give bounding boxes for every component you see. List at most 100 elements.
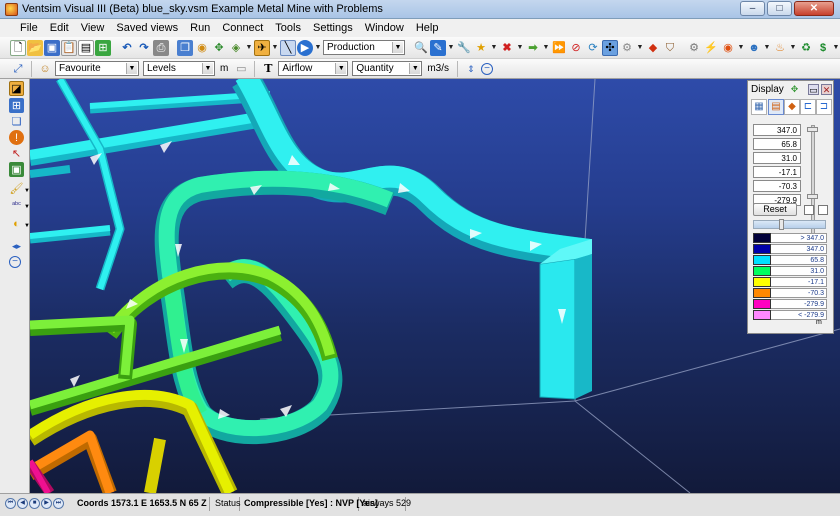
- range-slider-thumb-top[interactable]: [807, 127, 818, 132]
- fast-forward-icon[interactable]: ⏩: [551, 40, 567, 56]
- menu-saved-views[interactable]: Saved views: [110, 19, 184, 37]
- chevron-down-icon[interactable]: ▼: [789, 40, 797, 56]
- cube-icon[interactable]: ◆: [645, 40, 661, 56]
- chevron-down-icon[interactable]: ▼: [832, 40, 840, 56]
- play-icon[interactable]: ▶: [297, 39, 313, 56]
- rotate-icon[interactable]: ⟳: [585, 40, 601, 56]
- delete-icon[interactable]: ✖: [499, 40, 515, 56]
- chevron-down-icon[interactable]: ▼: [490, 40, 498, 56]
- pin-icon[interactable]: ✥: [789, 84, 800, 95]
- person-icon[interactable]: ☻: [746, 40, 762, 56]
- lightning-icon[interactable]: ⚡: [703, 40, 719, 56]
- minimize-button[interactable]: –: [740, 1, 765, 16]
- image-icon[interactable]: ▣: [9, 162, 24, 177]
- range-field[interactable]: 65.8: [753, 138, 801, 150]
- select-tool-icon[interactable]: ◪: [9, 81, 24, 96]
- menu-run[interactable]: Run: [184, 19, 216, 37]
- star-icon[interactable]: ★: [473, 40, 489, 56]
- reset-button[interactable]: Reset: [753, 203, 797, 216]
- menu-view[interactable]: View: [75, 19, 111, 37]
- chevron-down-icon[interactable]: ▼: [314, 40, 322, 56]
- favourite-select[interactable]: Favourite ▼: [55, 61, 139, 76]
- stop-icon[interactable]: ⊘: [568, 40, 584, 56]
- pipe-icon[interactable]: ╲: [280, 39, 296, 56]
- tab-grid-icon[interactable]: ▦: [751, 99, 767, 115]
- expand-icon[interactable]: ⤢: [10, 61, 26, 77]
- open-folder-icon[interactable]: 📂: [27, 39, 43, 56]
- settings-icon[interactable]: ⚙: [686, 40, 702, 56]
- airflow-select[interactable]: Airflow ▼: [278, 61, 349, 76]
- grid-icon[interactable]: ⊞: [95, 39, 111, 56]
- nav-next-icon[interactable]: ▶: [41, 498, 52, 509]
- maximize-button[interactable]: □: [767, 1, 792, 16]
- tab-color-icon[interactable]: ▤: [768, 99, 784, 115]
- paint-icon[interactable]: ◈: [228, 40, 244, 56]
- left-right-arrows-icon[interactable]: ◂▸: [9, 239, 24, 254]
- transparency-slider-thumb[interactable]: [779, 219, 784, 230]
- checkbox[interactable]: [804, 205, 814, 215]
- menu-file[interactable]: File: [14, 19, 44, 37]
- redo-icon[interactable]: ↷: [136, 40, 152, 56]
- minimize-panel-icon[interactable]: ▭: [808, 84, 819, 95]
- bucket-icon[interactable]: ⛉: [662, 40, 678, 56]
- range-field[interactable]: 347.0: [753, 124, 801, 136]
- windows-icon[interactable]: ❐: [177, 39, 193, 56]
- up-down-arrows-icon[interactable]: ⇕: [463, 61, 479, 77]
- gear-icon[interactable]: ⚙: [619, 40, 635, 56]
- move-icon[interactable]: ✥: [211, 40, 227, 56]
- text-icon[interactable]: T: [260, 61, 276, 77]
- mode-select[interactable]: Production ▼: [323, 40, 405, 55]
- brush-icon[interactable]: 🖌: [9, 181, 24, 196]
- chevron-down-icon[interactable]: ▼: [737, 40, 745, 56]
- heat-icon[interactable]: ♨: [772, 40, 788, 56]
- pointer-icon[interactable]: ↖: [9, 146, 24, 161]
- clipboard-icon[interactable]: 📋: [61, 39, 77, 56]
- transparency-slider[interactable]: [753, 219, 826, 230]
- search-icon[interactable]: 🔍: [413, 40, 429, 56]
- range-field[interactable]: -17.1: [753, 166, 801, 178]
- chevron-down-icon[interactable]: ▼: [636, 40, 644, 56]
- arrow-right-icon[interactable]: ➡: [525, 40, 541, 56]
- tab-cube-icon[interactable]: ◆: [784, 99, 800, 115]
- grid-view-icon[interactable]: ⊞: [9, 98, 24, 113]
- new-file-icon[interactable]: 🗋: [10, 39, 26, 56]
- fire-icon[interactable]: ◉: [720, 40, 736, 56]
- chevron-down-icon[interactable]: ▼: [271, 40, 279, 56]
- menu-edit[interactable]: Edit: [44, 19, 75, 37]
- paste-icon[interactable]: ❏: [9, 114, 24, 129]
- nav-stop-icon[interactable]: ■: [29, 498, 40, 509]
- fan-icon[interactable]: ✣: [602, 39, 618, 56]
- minus-circle-icon[interactable]: −: [481, 62, 494, 75]
- nav-first-icon[interactable]: ⏮: [5, 498, 16, 509]
- document-icon[interactable]: ▤: [78, 39, 94, 56]
- camera-icon[interactable]: ◉: [194, 40, 210, 56]
- walk-icon[interactable]: ✈: [254, 39, 270, 56]
- lamp-icon[interactable]: ◐: [9, 216, 24, 231]
- print-icon[interactable]: ⎙: [153, 39, 169, 56]
- nav-prev-icon[interactable]: ◀: [17, 498, 28, 509]
- save-icon[interactable]: ▣: [44, 39, 60, 56]
- menu-tools[interactable]: Tools: [269, 19, 307, 37]
- menu-window[interactable]: Window: [359, 19, 410, 37]
- minus-circle-icon[interactable]: −: [9, 256, 21, 268]
- dollar-icon[interactable]: $: [815, 40, 831, 56]
- chevron-down-icon[interactable]: ▼: [447, 40, 455, 56]
- close-panel-icon[interactable]: ✕: [821, 84, 832, 95]
- chevron-down-icon[interactable]: ▼: [542, 40, 550, 56]
- abc-icon[interactable]: ᵃᵇᶜ: [9, 197, 24, 212]
- tab-layers-icon[interactable]: ⊏: [800, 99, 816, 115]
- range-field[interactable]: 31.0: [753, 152, 801, 164]
- menu-connect[interactable]: Connect: [216, 19, 269, 37]
- undo-icon[interactable]: ↶: [119, 40, 135, 56]
- wrench-icon[interactable]: 🔧: [456, 40, 472, 56]
- info-icon[interactable]: !: [9, 130, 24, 145]
- range-slider-thumb-bottom[interactable]: [807, 194, 818, 199]
- recycle-icon[interactable]: ♻: [798, 40, 814, 56]
- menu-help[interactable]: Help: [410, 19, 445, 37]
- close-button[interactable]: ✕: [794, 1, 834, 16]
- toggle-icon[interactable]: ▭: [233, 61, 249, 77]
- 3d-viewport[interactable]: [30, 79, 840, 493]
- checkbox[interactable]: [818, 205, 828, 215]
- menu-settings[interactable]: Settings: [307, 19, 359, 37]
- range-field[interactable]: -70.3: [753, 180, 801, 192]
